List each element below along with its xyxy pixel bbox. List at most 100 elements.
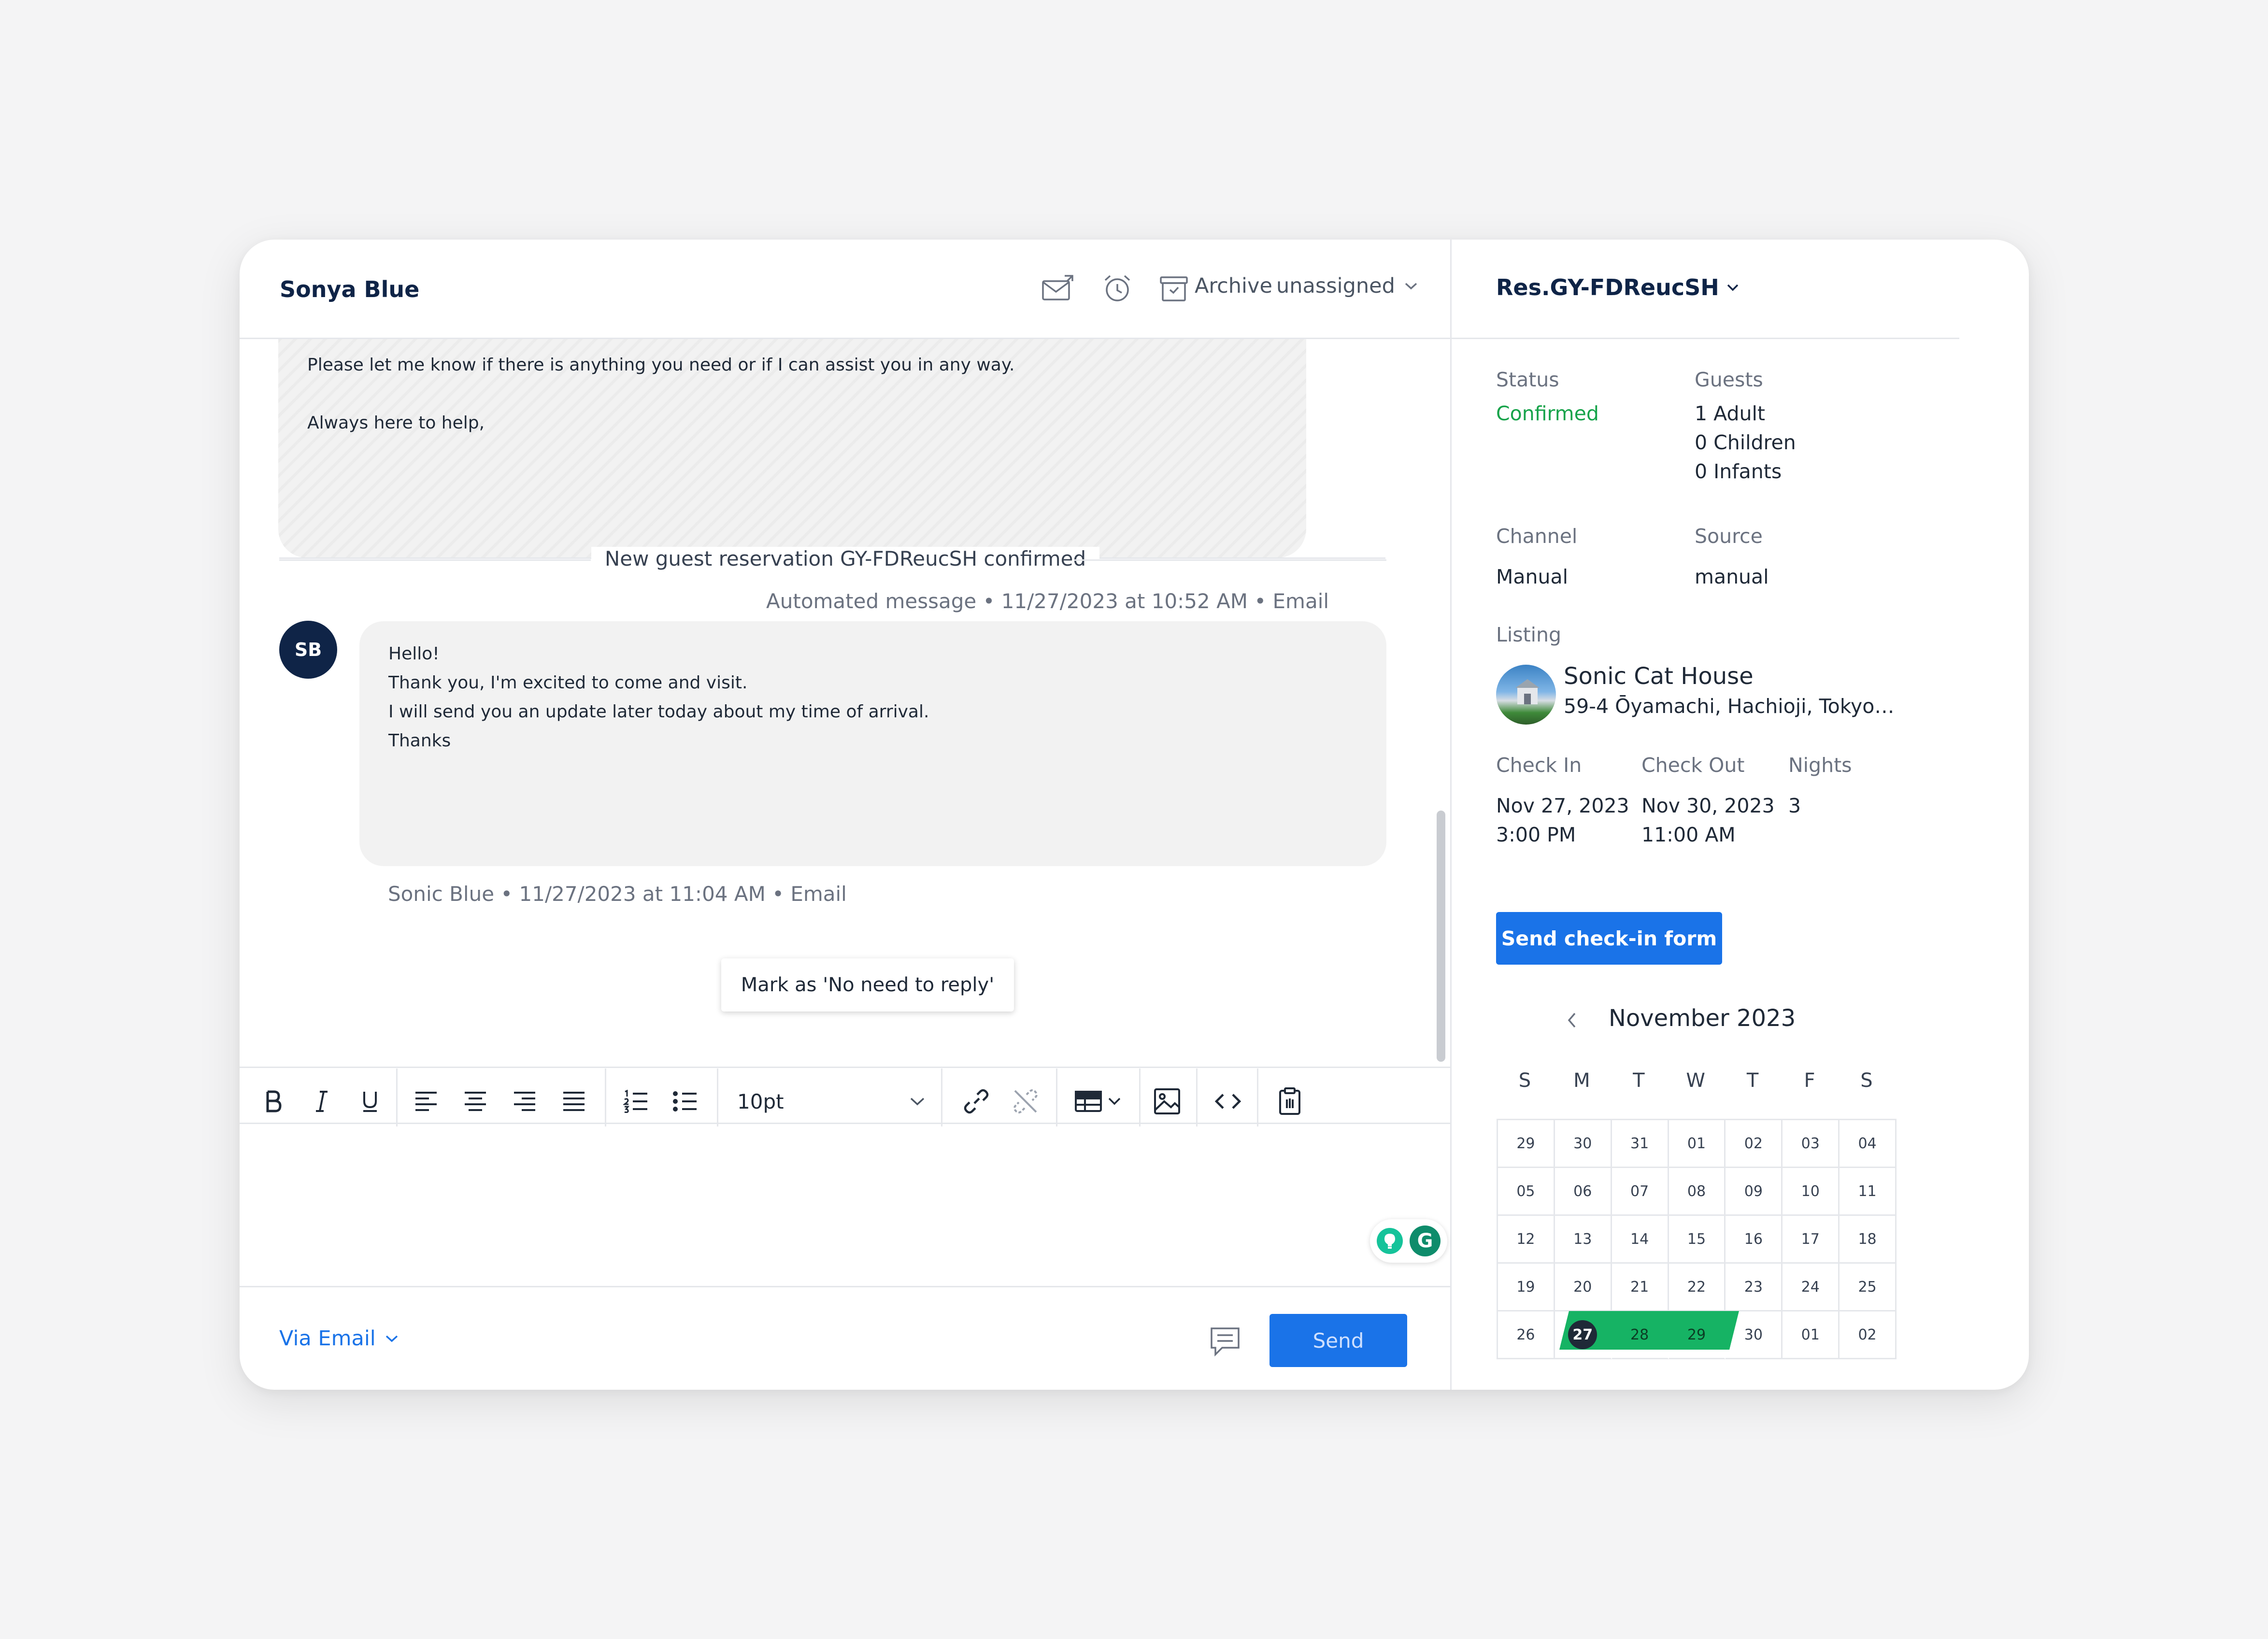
archive-button[interactable]: Archive — [1195, 274, 1272, 298]
calendar-day[interactable]: 10 — [1783, 1168, 1840, 1216]
calendar-day[interactable]: 16 — [1726, 1216, 1783, 1264]
calendar-day[interactable]: 01 — [1669, 1120, 1726, 1168]
automated-message-meta: Automated message • 11/27/2023 at 10:52 … — [766, 589, 1329, 613]
calendar-day-number: 25 — [1858, 1278, 1877, 1296]
align-right-icon[interactable] — [510, 1082, 539, 1121]
listing-name[interactable]: Sonic Cat House — [1564, 663, 1754, 690]
chevron-down-icon — [1404, 281, 1418, 291]
toolbar-separator — [605, 1069, 606, 1126]
calendar-day[interactable]: 24 — [1783, 1264, 1840, 1311]
calendar-day[interactable]: 13 — [1555, 1216, 1612, 1264]
listing-thumbnail[interactable] — [1496, 665, 1556, 725]
divider-line-right — [1074, 559, 1386, 561]
calendar-day-number: 22 — [1687, 1278, 1706, 1296]
calendar-day[interactable]: 21 — [1612, 1264, 1669, 1311]
calendar-day[interactable]: 09 — [1726, 1168, 1783, 1216]
calendar-day[interactable]: 06 — [1555, 1168, 1612, 1216]
calendar-day[interactable]: 17 — [1783, 1216, 1840, 1264]
table-icon[interactable] — [1070, 1082, 1128, 1121]
align-center-icon[interactable] — [461, 1082, 490, 1121]
toolbar-separator — [1257, 1069, 1258, 1126]
reservation-header-divider — [1451, 338, 1959, 339]
message-editor[interactable] — [240, 1125, 1450, 1285]
calendar-today: 27 — [1568, 1320, 1598, 1349]
divider-line-left — [279, 559, 591, 561]
code-icon[interactable] — [1209, 1082, 1247, 1121]
mark-no-reply-button[interactable]: Mark as 'No need to reply' — [721, 958, 1014, 1012]
prev-month-button[interactable] — [1566, 1012, 1578, 1029]
calendar-day[interactable]: 02 — [1840, 1311, 1897, 1359]
reservation-confirmed-label: New guest reservation GY-FDReucSH confir… — [591, 547, 1100, 570]
checkout-label: Check Out — [1641, 754, 1745, 777]
calendar-day[interactable]: 26 — [1498, 1311, 1555, 1359]
app-window: Sonya Blue Archive unassigned Please let… — [240, 240, 2029, 1390]
calendar-day[interactable]: 07 — [1612, 1168, 1669, 1216]
calendar-day-number: 17 — [1801, 1230, 1820, 1248]
unlink-icon[interactable] — [1009, 1082, 1042, 1121]
calendar-day[interactable]: 31 — [1612, 1120, 1669, 1168]
calendar-weekday: S — [1518, 1069, 1531, 1092]
calendar-day[interactable]: 30 — [1555, 1120, 1612, 1168]
clipboard-icon[interactable] — [1270, 1082, 1309, 1121]
send-button[interactable]: Send — [1270, 1314, 1407, 1367]
calendar-day[interactable]: 23 — [1726, 1264, 1783, 1311]
link-icon[interactable] — [959, 1082, 993, 1121]
calendar-day-number: 31 — [1630, 1135, 1649, 1152]
quoted-line: Always here to help, — [307, 413, 485, 433]
underline-icon[interactable] — [356, 1082, 385, 1121]
calendar-day-number: 08 — [1687, 1183, 1706, 1200]
calendar-day[interactable]: 19 — [1498, 1264, 1555, 1311]
send-checkin-form-button[interactable]: Send check-in form — [1496, 912, 1722, 965]
mail-icon[interactable] — [1041, 274, 1074, 301]
calendar-day[interactable]: 11 — [1840, 1168, 1897, 1216]
toolbar-separator — [941, 1069, 942, 1126]
calendar-weekday: T — [1746, 1069, 1759, 1092]
lightbulb-icon[interactable] — [1377, 1228, 1403, 1254]
calendar-day-number: 01 — [1801, 1326, 1820, 1343]
grammarly-icon[interactable]: G — [1410, 1226, 1441, 1256]
guest-name[interactable]: Sonya Blue — [280, 276, 419, 302]
italic-icon[interactable] — [307, 1082, 336, 1121]
calendar-day[interactable]: 02 — [1726, 1120, 1783, 1168]
checkout-date: Nov 30, 2023 — [1641, 794, 1775, 817]
bold-icon[interactable] — [259, 1082, 288, 1121]
calendar-day[interactable]: 25 — [1840, 1264, 1897, 1311]
font-size-select[interactable]: 10pt — [737, 1082, 926, 1121]
calendar-day[interactable]: 20 — [1555, 1264, 1612, 1311]
calendar-day[interactable]: 14 — [1612, 1216, 1669, 1264]
grammarly-widget[interactable]: G — [1370, 1219, 1447, 1263]
calendar-day[interactable]: 15 — [1669, 1216, 1726, 1264]
toolbar-separator — [1056, 1069, 1057, 1126]
calendar-day[interactable]: 04 — [1840, 1120, 1897, 1168]
reservation-dropdown[interactable]: Res.GY-FDReucSH — [1496, 274, 1740, 300]
calendar-day[interactable]: 08 — [1669, 1168, 1726, 1216]
image-icon[interactable] — [1148, 1082, 1186, 1121]
note-icon[interactable] — [1210, 1326, 1241, 1356]
calendar-day[interactable]: 18 — [1840, 1216, 1897, 1264]
calendar-day[interactable]: 22 — [1669, 1264, 1726, 1311]
calendar-day[interactable]: 05 — [1498, 1168, 1555, 1216]
bullet-list-icon[interactable] — [670, 1082, 700, 1121]
archive-icon[interactable] — [1159, 275, 1188, 302]
align-left-icon[interactable] — [412, 1082, 441, 1121]
align-justify-icon[interactable] — [559, 1082, 588, 1121]
calendar-day[interactable]: 01 — [1783, 1311, 1840, 1359]
alarm-clock-icon[interactable] — [1102, 273, 1132, 303]
calendar-day[interactable]: 29 — [1498, 1120, 1555, 1168]
channel-select[interactable]: Via Email — [279, 1326, 399, 1351]
toolbar-top-border — [240, 1067, 1451, 1068]
calendar-day-number: 18 — [1858, 1230, 1877, 1248]
calendar-day[interactable]: 03 — [1783, 1120, 1840, 1168]
calendar-day-number: 04 — [1858, 1135, 1877, 1152]
assignee-dropdown[interactable]: unassigned — [1276, 274, 1418, 298]
calendar-day-number: 03 — [1801, 1135, 1820, 1152]
status-label: Status — [1496, 368, 1559, 391]
ordered-list-icon[interactable] — [620, 1082, 651, 1121]
calendar-day-number: 23 — [1744, 1278, 1763, 1296]
toolbar-separator — [1196, 1069, 1198, 1126]
calendar-day[interactable]: 12 — [1498, 1216, 1555, 1264]
channel-label: Via Email — [279, 1326, 376, 1351]
conversation-scrollbar[interactable] — [1437, 811, 1445, 1062]
calendar-day-number: 29 — [1687, 1326, 1706, 1343]
nights-value: 3 — [1788, 794, 1801, 817]
